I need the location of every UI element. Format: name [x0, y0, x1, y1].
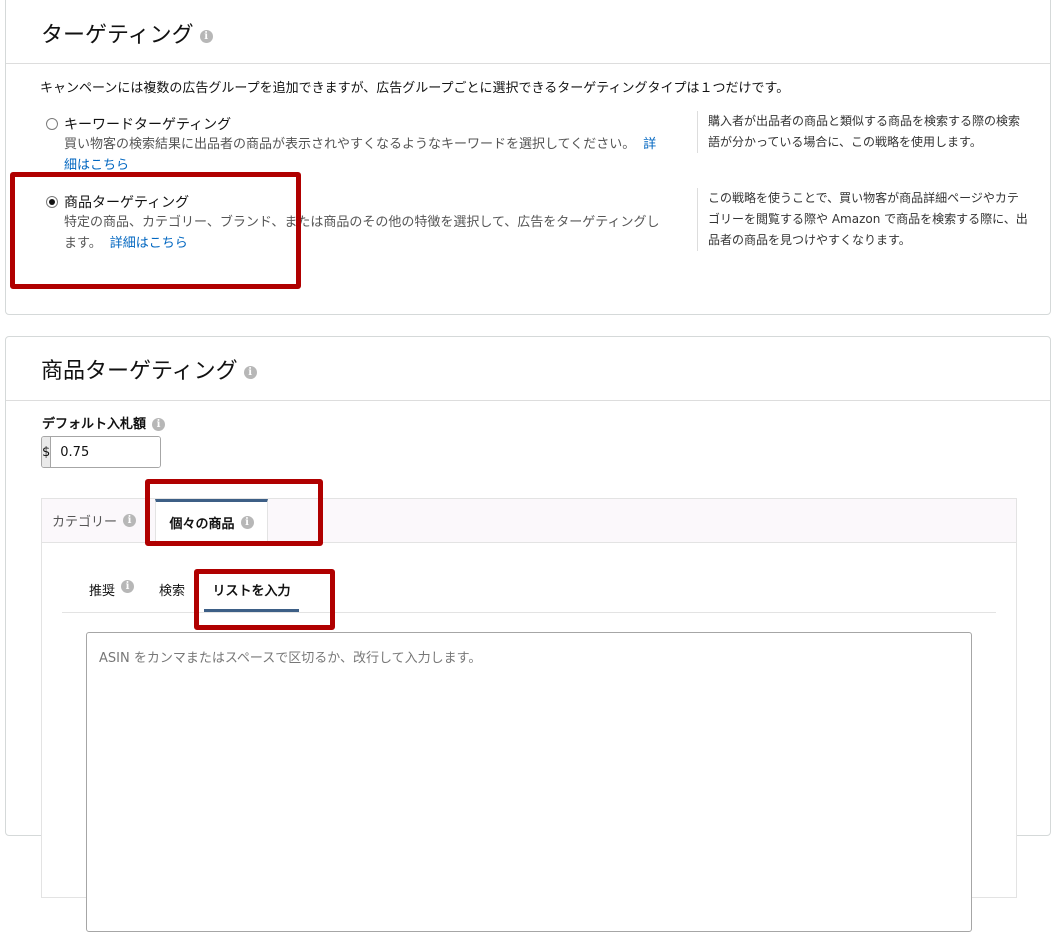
subtab-search[interactable]: 検索 — [159, 572, 185, 610]
targeting-panel-title: ターゲティング i — [41, 17, 213, 49]
side-note-product: この戦略を使うことで、買い物客が商品詳細ページやカテゴリーを閲覧する際や Ama… — [697, 188, 1028, 251]
option-description: 買い物客の検索結果に出品者の商品が表示されやすくなるようなキーワードを選択してく… — [64, 137, 657, 173]
asin-list-input[interactable] — [86, 632, 972, 932]
targeting-panel: ターゲティング i キャンペーンには複数の広告グループを追加できますが、広告グルー… — [5, 0, 1051, 315]
targeting-tabs-container: カテゴリー i 個々の商品 i 推奨 i 検索 リストを入力 — [41, 498, 1017, 932]
radio-button-keyword[interactable] — [46, 118, 58, 130]
learn-more-link[interactable]: 詳細はこちら — [110, 236, 188, 251]
info-icon[interactable]: i — [123, 514, 137, 527]
subtab-recommended[interactable]: 推奨 i — [89, 572, 135, 610]
info-icon[interactable]: i — [199, 29, 213, 43]
subtabs: 推奨 i 検索 リストを入力 — [62, 572, 996, 613]
product-targeting-title: 商品ターゲティング i — [41, 353, 257, 385]
info-icon[interactable]: i — [152, 418, 166, 431]
product-targeting-panel: 商品ターゲティングi デフォルト入札額i $ カテゴリーi 個々の商品i 推奨i… — [5, 336, 1051, 932]
option-label[interactable]: 商品ターゲティング — [64, 192, 189, 212]
info-icon[interactable]: i — [121, 580, 135, 593]
radio-button-product[interactable] — [46, 196, 58, 208]
default-bid-input[interactable] — [51, 437, 160, 467]
info-icon[interactable]: i — [240, 516, 254, 529]
option-description: 特定の商品、カテゴリー、ブランド、または商品のその他の特徴を選択して、広告をター… — [64, 215, 660, 251]
tabs-bar: カテゴリー i 個々の商品 i — [42, 499, 1016, 543]
info-icon[interactable]: i — [243, 365, 257, 379]
targeting-panel-header: ターゲティング i — [6, 0, 1050, 64]
product-targeting-header: 商品ターゲティング i — [6, 337, 1050, 401]
currency-prefix: $ — [42, 437, 52, 467]
tab-individual-products[interactable]: 個々の商品 i — [155, 499, 268, 543]
default-bid-label: デフォルト入札額 i — [42, 413, 166, 432]
targeting-intro-text: キャンペーンには複数の広告グループを追加できますが、広告グループごとに選択できる… — [40, 81, 790, 96]
default-bid-field: $ — [41, 436, 161, 468]
tab-category[interactable]: カテゴリー i — [52, 499, 137, 542]
option-label[interactable]: キーワードターゲティング — [64, 114, 231, 134]
subtab-enter-list[interactable]: リストを入力 — [204, 572, 299, 612]
side-note-keyword: 購入者が出品者の商品と類似する商品を検索する際の検索語が分かっている場合に、この… — [697, 111, 1028, 153]
